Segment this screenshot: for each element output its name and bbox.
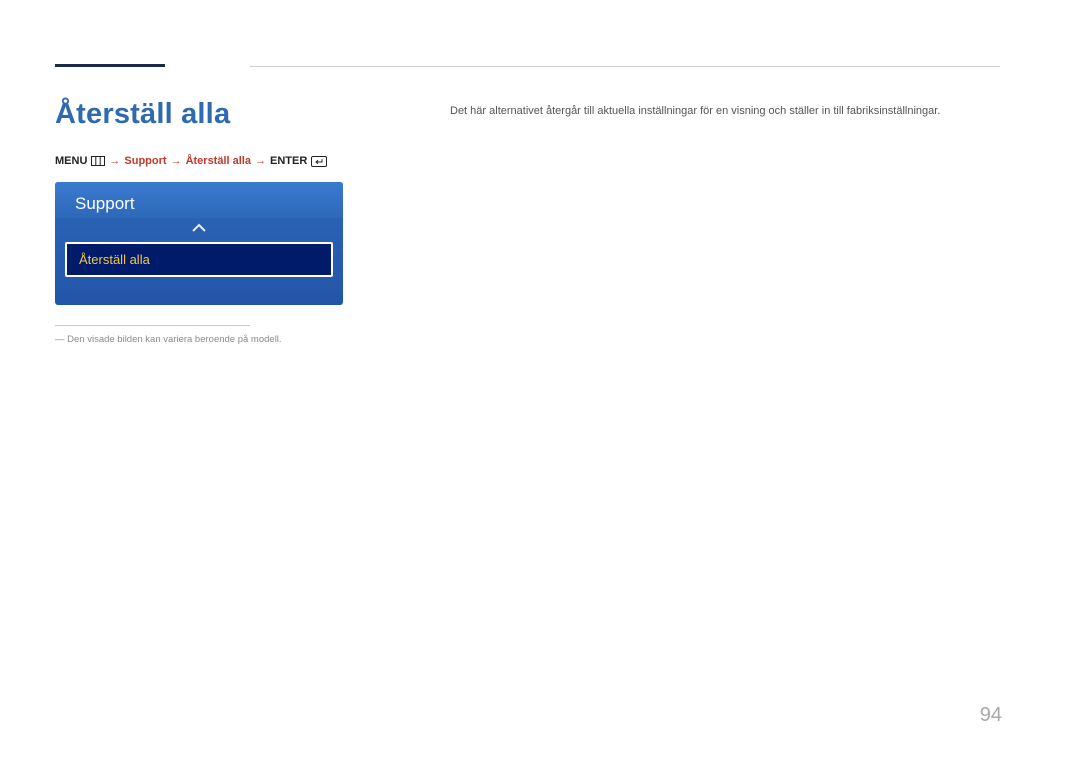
breadcrumb-reset-all: Återställ alla [186,155,251,167]
title-accent-bar [55,64,165,67]
menu-grid-icon [91,156,105,166]
breadcrumb: MENU → Support → Återställ alla → ENTER [55,155,327,167]
body-paragraph: Det här alternativet återgår till aktuel… [450,104,990,119]
page-title: Återställ alla [55,98,230,131]
enter-icon [311,156,327,167]
chevron-up-icon [55,220,343,236]
footnote-text: ― Den visade bilden kan variera beroende… [55,334,282,345]
breadcrumb-arrow-3: → [255,155,266,167]
breadcrumb-menu-label: MENU [55,155,87,167]
breadcrumb-arrow-1: → [109,155,120,167]
osd-menu-panel: Support Återställ alla [55,182,343,305]
breadcrumb-support: Support [124,155,166,167]
footnote-divider [55,325,250,326]
page-number: 94 [980,704,1002,727]
document-page: Återställ alla MENU → Support → Återstäl… [0,0,1080,763]
osd-menu-header: Support [55,182,343,218]
breadcrumb-arrow-2: → [171,155,182,167]
breadcrumb-enter-label: ENTER [270,155,307,167]
osd-menu-item-selected[interactable]: Återställ alla [65,242,333,277]
top-horizontal-rule [250,66,1000,67]
